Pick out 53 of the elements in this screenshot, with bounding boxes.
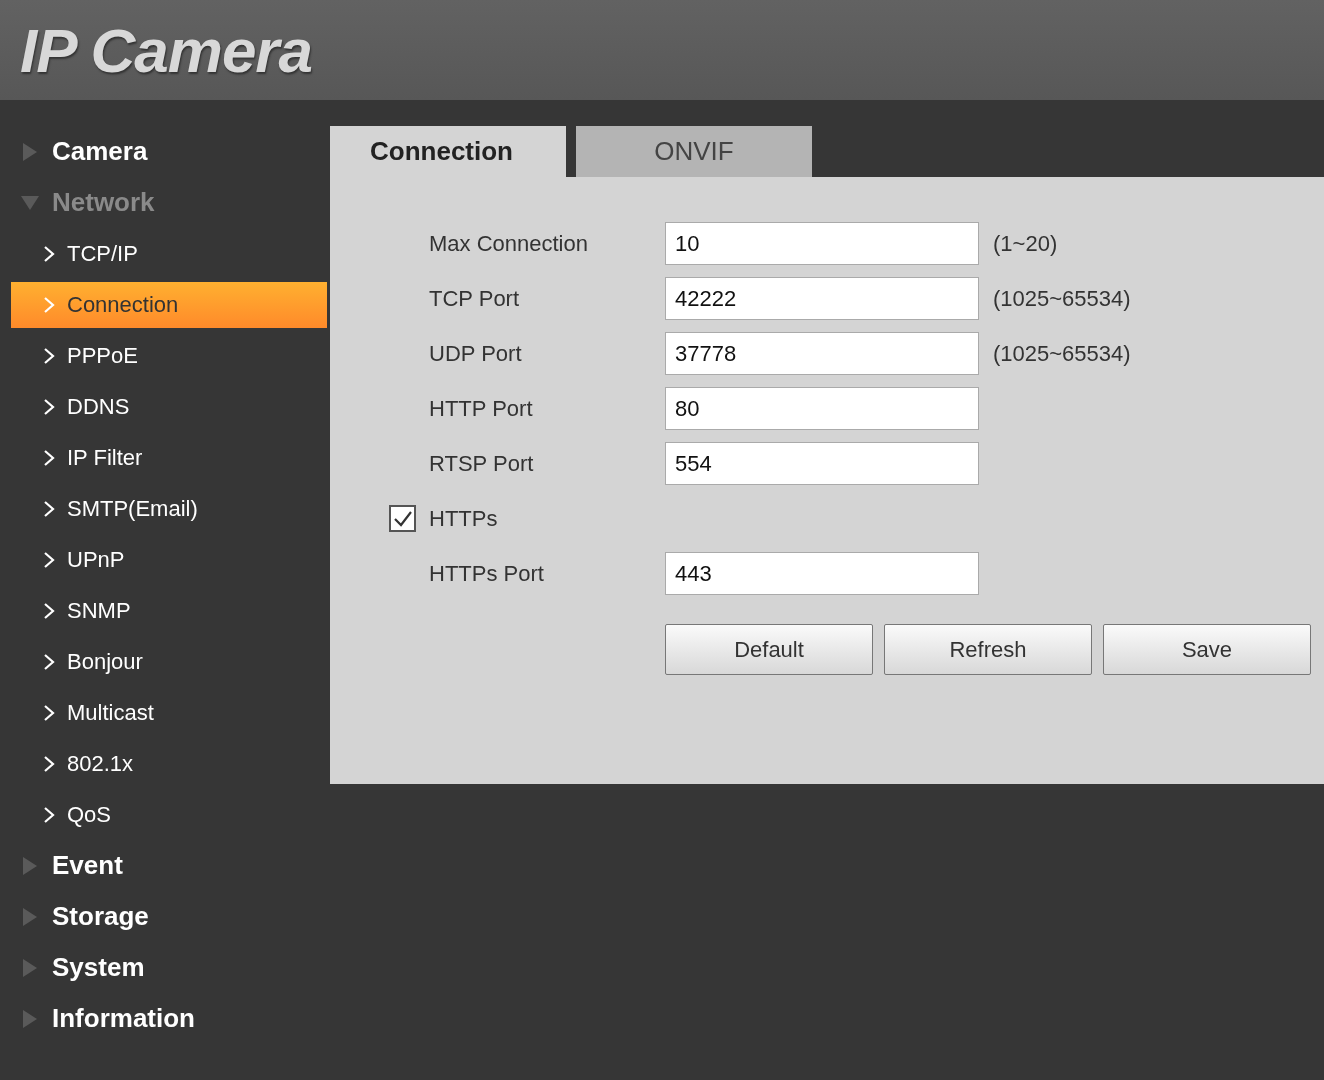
chevron-icon [43, 550, 55, 569]
input-field[interactable]: 80 [665, 387, 979, 430]
chevron-icon [43, 754, 55, 773]
submenu-item[interactable]: IP Filter [11, 434, 327, 481]
menu-item[interactable]: Network [52, 183, 155, 222]
chevron-icon [43, 346, 55, 365]
logo: IP Camera [20, 14, 312, 87]
submenu-item[interactable]: SMTP(Email) [11, 485, 327, 532]
checkbox[interactable] [389, 505, 416, 532]
field-label: Max Connection [428, 230, 589, 258]
input-field[interactable]: 42222 [665, 277, 979, 320]
chevron-icon [43, 295, 55, 314]
submenu-item[interactable]: QoS [11, 791, 327, 838]
input-field[interactable]: 10 [665, 222, 979, 265]
field-label: RTSP Port [428, 450, 535, 478]
action-button[interactable]: Refresh [884, 624, 1092, 675]
chevron-icon [43, 397, 55, 416]
menu-item[interactable]: Event [52, 846, 123, 885]
chevron-icon [43, 448, 55, 467]
field-label: UDP Port [428, 340, 523, 368]
submenu-item[interactable]: 802.1x [11, 740, 327, 787]
action-button[interactable]: Default [665, 624, 873, 675]
submenu-item[interactable]: DDNS [11, 383, 327, 430]
submenu-item[interactable]: UPnP [11, 536, 327, 583]
range-hint: (1025~65534) [993, 340, 1131, 368]
tab[interactable]: Connection [330, 126, 566, 177]
field-label: HTTPs Port [428, 560, 545, 588]
chevron-icon [43, 499, 55, 518]
input-field[interactable]: 554 [665, 442, 979, 485]
input-field[interactable]: 443 [665, 552, 979, 595]
range-hint: (1~20) [993, 230, 1058, 258]
field-label: TCP Port [428, 285, 521, 313]
submenu-item[interactable]: TCP/IP [11, 230, 327, 277]
menu-item[interactable]: Storage [52, 897, 149, 936]
submenu-item[interactable]: Bonjour [11, 638, 327, 685]
submenu-item[interactable]: SNMP [11, 587, 327, 634]
checkbox-label: HTTPs [429, 505, 498, 533]
field-label: HTTP Port [428, 395, 534, 423]
submenu-item[interactable]: PPPoE [11, 332, 327, 379]
chevron-icon [43, 244, 55, 263]
action-button[interactable]: Save [1103, 624, 1311, 675]
chevron-icon [43, 601, 55, 620]
menu-item[interactable]: System [52, 948, 145, 987]
chevron-icon [43, 703, 55, 722]
menu-item[interactable]: Information [52, 999, 195, 1038]
chevron-icon [43, 652, 55, 671]
tab[interactable]: ONVIF [576, 126, 812, 177]
chevron-icon [43, 805, 55, 824]
input-field[interactable]: 37778 [665, 332, 979, 375]
submenu-item[interactable]: Connection [11, 281, 327, 328]
menu-item[interactable]: Camera [52, 132, 148, 171]
range-hint: (1025~65534) [993, 285, 1131, 313]
submenu-item[interactable]: Multicast [11, 689, 327, 736]
